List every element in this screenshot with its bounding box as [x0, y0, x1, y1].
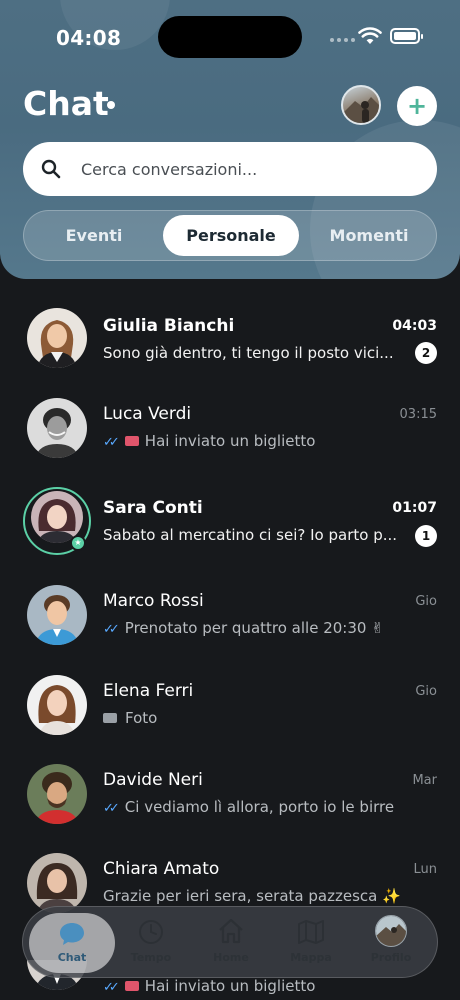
- chat-time: Mar: [412, 773, 437, 788]
- read-ticks-icon: ✓✓: [103, 980, 120, 995]
- search-icon: [41, 159, 61, 179]
- chat-name: Elena Ferri: [103, 681, 194, 701]
- chat-preview: Foto: [103, 709, 403, 727]
- chat-preview: Sabato al mercatino ci sei? Io parto p..…: [103, 526, 398, 544]
- chat-time: Gio: [415, 594, 437, 609]
- tab-personale[interactable]: Personale: [163, 215, 299, 256]
- star-badge-icon: ★: [70, 535, 86, 551]
- search-input[interactable]: [81, 142, 421, 196]
- chat-row-luca-verdi[interactable]: Luca Verdi 03:15 ✓✓ Hai inviato un biglie…: [0, 390, 460, 478]
- read-ticks-icon: ✓✓: [103, 622, 120, 637]
- nav-label: Home: [213, 951, 249, 964]
- read-ticks-icon: ✓✓: [103, 801, 120, 816]
- chat-bubble-icon: [60, 923, 84, 945]
- nav-mappa[interactable]: Mappa: [271, 907, 351, 979]
- chat-row-elena-ferri[interactable]: Elena Ferri Gio Foto: [0, 667, 460, 755]
- nav-label: Tempo: [130, 951, 172, 964]
- chat-name: Sara Conti: [103, 498, 203, 518]
- chat-preview: ✓✓ Prenotato per quattro alle 20:30 ✌: [103, 619, 384, 637]
- chat-time: 04:03: [392, 318, 437, 334]
- tab-eventi[interactable]: Eventi: [24, 211, 164, 260]
- wifi-icon: [358, 27, 382, 44]
- chat-name: Davide Neri: [103, 770, 203, 790]
- chat-preview: Sono già dentro, ti tengo il posto vici.…: [103, 344, 394, 362]
- header: 04:08 Chat + Eventi Personale Momenti: [0, 0, 460, 279]
- avatar: [27, 853, 87, 913]
- chat-time: 01:07: [392, 500, 437, 516]
- nav-label: Mappa: [290, 951, 332, 964]
- bottom-nav: Chat Tempo Home Mappa Profilo: [22, 906, 438, 978]
- signal-icon: [330, 38, 355, 42]
- nav-label: Profilo: [370, 951, 412, 964]
- avatar: [27, 308, 87, 368]
- search-bar[interactable]: [23, 142, 437, 196]
- avatar: [27, 398, 87, 458]
- read-ticks-icon: ✓✓: [103, 435, 120, 450]
- chat-preview: Grazie per ieri sera, serata pazzesca ✨: [103, 887, 401, 905]
- chat-preview: ✓✓ Hai inviato un biglietto: [103, 432, 316, 450]
- status-time: 04:08: [56, 26, 122, 50]
- nav-profilo[interactable]: Profilo: [351, 907, 431, 979]
- chat-name: Marco Rossi: [103, 591, 204, 611]
- ticket-icon: [124, 981, 139, 991]
- chat-row-giulia-bianchi[interactable]: Giulia Bianchi 04:03 Sono già dentro, ti…: [0, 300, 460, 388]
- chat-row-marco-rossi[interactable]: Marco Rossi Gio ✓✓ Prenotato per quattro …: [0, 577, 460, 665]
- nav-label: Chat: [57, 951, 87, 964]
- avatar: [27, 585, 87, 645]
- avatar-image: [343, 97, 379, 123]
- profile-avatar[interactable]: [341, 85, 381, 125]
- ticket-icon: [124, 436, 139, 446]
- map-icon: [298, 920, 324, 944]
- segmented-tabs: Eventi Personale Momenti: [23, 210, 437, 261]
- chat-preview: ✓✓ Hai inviato un biglietto: [103, 977, 316, 995]
- nav-home[interactable]: Home: [191, 907, 271, 979]
- unread-badge: 2: [415, 342, 437, 364]
- chat-name: Luca Verdi: [103, 404, 192, 424]
- chat-name: Giulia Bianchi: [103, 316, 235, 336]
- home-icon: [219, 918, 243, 944]
- chat-time: Gio: [415, 684, 437, 699]
- add-chat-button[interactable]: +: [397, 86, 437, 126]
- chat-preview: ✓✓ Ci vediamo lì allora, porto io le birr…: [103, 798, 395, 816]
- battery-icon: [390, 28, 423, 44]
- tab-momenti[interactable]: Momenti: [300, 211, 438, 260]
- page-title: Chat: [23, 84, 109, 123]
- chat-time: 03:15: [399, 407, 437, 422]
- chat-row-davide-neri[interactable]: Davide Neri Mar ✓✓ Ci vediamo lì allora, …: [0, 756, 460, 844]
- chat-row-sara-conti[interactable]: ★ Sara Conti 01:07 Sabato al mercatino c…: [0, 483, 460, 571]
- nav-tempo[interactable]: Tempo: [111, 907, 191, 979]
- clock-icon: [139, 920, 163, 944]
- status-dot: [107, 101, 115, 109]
- unread-badge: 1: [415, 525, 437, 547]
- dynamic-island: [158, 16, 302, 58]
- avatar: [27, 675, 87, 735]
- nav-chat[interactable]: Chat: [29, 913, 115, 973]
- profile-avatar-icon: [375, 915, 407, 947]
- chat-name: Chiara Amato: [103, 859, 220, 879]
- avatar: [27, 764, 87, 824]
- chat-time: Lun: [413, 862, 438, 877]
- camera-icon: [103, 713, 117, 723]
